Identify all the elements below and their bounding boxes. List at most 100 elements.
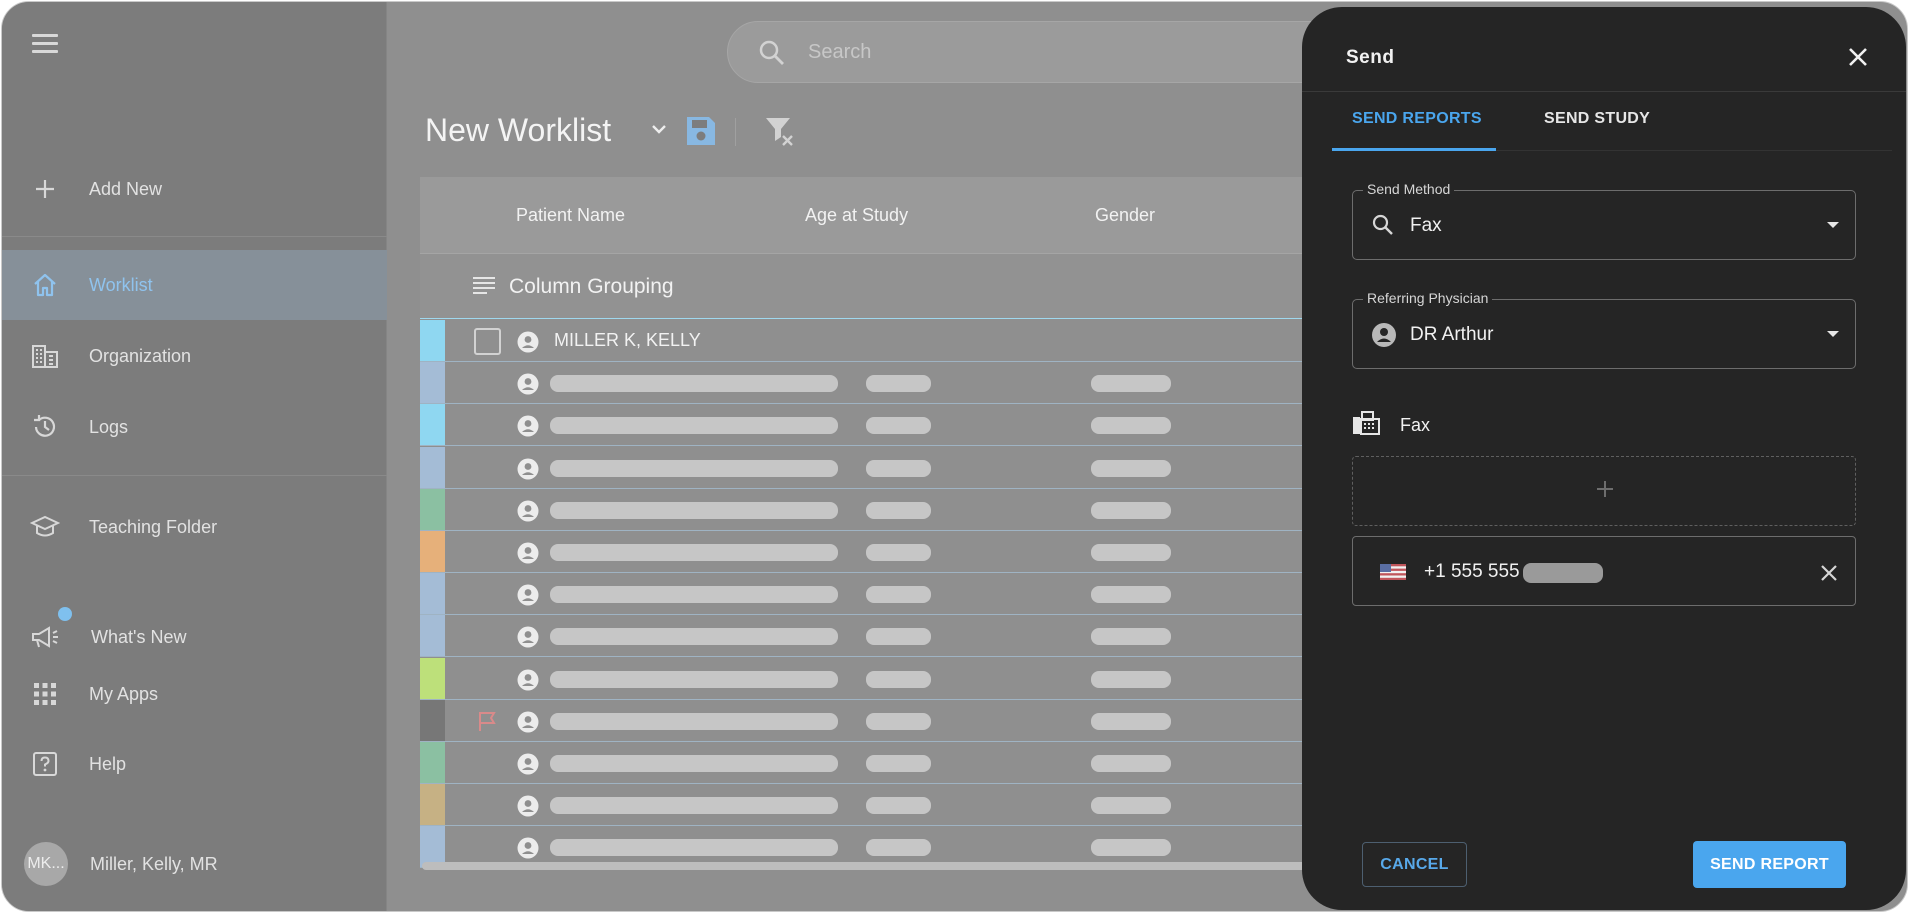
search-icon xyxy=(758,39,786,72)
redacted-patient-name xyxy=(550,417,838,435)
divider xyxy=(2,236,387,237)
redacted-age xyxy=(866,755,931,772)
search-placeholder: Search xyxy=(808,41,872,63)
home-icon xyxy=(30,270,60,300)
column-grouping-label: Column Grouping xyxy=(509,275,674,298)
redacted-gender xyxy=(1091,586,1171,604)
divider xyxy=(1302,91,1906,92)
column-header-gender[interactable]: Gender xyxy=(1095,205,1155,226)
save-icon[interactable] xyxy=(684,114,718,153)
redacted-age xyxy=(866,501,931,519)
table-header: Patient Name Age at Study Gender xyxy=(420,177,1320,254)
worklist-table: Patient Name Age at Study Gender Column … xyxy=(420,177,1320,870)
megaphone-icon xyxy=(30,622,60,652)
flag-icon[interactable] xyxy=(475,709,499,738)
row-checkbox[interactable] xyxy=(474,328,501,355)
divider xyxy=(2,475,387,476)
app-frame: Add New Worklist Organization Logs Teach… xyxy=(1,1,1908,912)
sidebar-item-label: What's New xyxy=(91,626,187,647)
patient-icon xyxy=(517,753,539,780)
search-icon xyxy=(1371,213,1395,242)
redacted-gender xyxy=(1091,459,1171,477)
table-row[interactable] xyxy=(420,404,1320,447)
redacted-age xyxy=(866,839,931,857)
sidebar-item-label: Add New xyxy=(89,178,163,199)
tab-send-reports[interactable]: SEND REPORTS xyxy=(1352,110,1482,128)
sidebar-item-teaching-folder[interactable]: Teaching Folder xyxy=(2,492,387,562)
building-icon xyxy=(30,341,60,371)
fax-number-entry: +1 555 555 xyxy=(1352,536,1856,606)
tab-send-study[interactable]: SEND STUDY xyxy=(1544,110,1650,128)
redacted-patient-name xyxy=(550,459,838,477)
sidebar-item-label: Teaching Folder xyxy=(89,516,218,537)
redacted-gender xyxy=(1091,417,1171,435)
table-row[interactable] xyxy=(420,657,1320,700)
sidebar-item-worklist[interactable]: Worklist xyxy=(2,250,387,320)
row-color-indicator xyxy=(420,404,445,446)
chevron-down-icon[interactable] xyxy=(650,120,668,143)
sidebar-item-add-new[interactable]: Add New xyxy=(2,154,387,224)
menu-icon[interactable] xyxy=(32,34,58,54)
fax-icon xyxy=(1352,411,1380,440)
table-row[interactable] xyxy=(420,573,1320,616)
avatar: MK... xyxy=(24,842,68,886)
table-row[interactable]: MILLER K, KELLY xyxy=(420,320,1320,362)
divider xyxy=(735,118,736,146)
table-row[interactable] xyxy=(420,531,1320,573)
row-color-indicator xyxy=(420,362,445,404)
redacted-age xyxy=(866,586,931,604)
send-method-label: Send Method xyxy=(1363,181,1455,197)
patient-icon xyxy=(517,500,539,527)
redacted-patient-name xyxy=(550,544,838,561)
person-icon xyxy=(1371,322,1397,353)
row-color-indicator xyxy=(420,742,445,783)
dropdown-caret-icon xyxy=(1827,222,1839,228)
sidebar-item-label: Worklist xyxy=(89,274,153,295)
user-profile[interactable]: MK... Miller, Kelly, MR xyxy=(24,842,218,886)
clear-filter-icon[interactable] xyxy=(764,115,796,152)
table-row[interactable] xyxy=(420,699,1320,742)
referring-physician-select[interactable]: Referring Physician DR Arthur xyxy=(1352,290,1856,369)
redacted-gender xyxy=(1091,755,1171,772)
send-report-button[interactable]: SEND REPORT xyxy=(1693,841,1846,888)
cancel-button[interactable]: CANCEL xyxy=(1362,842,1467,887)
column-header-age-at-study[interactable]: Age at Study xyxy=(805,205,908,226)
redacted-patient-name xyxy=(550,670,838,688)
patient-name: MILLER K, KELLY xyxy=(554,330,701,350)
table-row[interactable] xyxy=(420,446,1320,489)
sidebar-item-help[interactable]: Help xyxy=(2,729,387,799)
horizontal-scrollbar[interactable] xyxy=(422,862,1322,870)
table-row[interactable] xyxy=(420,362,1320,405)
table-row[interactable] xyxy=(420,488,1320,531)
close-icon[interactable] xyxy=(1819,563,1839,588)
redacted-gender xyxy=(1091,501,1171,519)
row-color-indicator xyxy=(420,488,445,530)
patient-icon xyxy=(517,669,539,696)
fax-section-label: Fax xyxy=(1400,415,1431,435)
redacted-gender xyxy=(1091,628,1171,646)
redacted-patient-name xyxy=(550,628,838,646)
redacted-age xyxy=(866,544,931,561)
redacted-gender xyxy=(1091,544,1171,561)
referring-physician-value: DR Arthur xyxy=(1410,324,1494,345)
sidebar-item-logs[interactable]: Logs xyxy=(2,392,387,462)
graduation-cap-icon xyxy=(30,512,60,542)
lines-icon xyxy=(472,276,496,301)
column-grouping-bar[interactable]: Column Grouping xyxy=(420,254,1320,319)
column-header-patient-name[interactable]: Patient Name xyxy=(516,205,625,226)
add-fax-number-button[interactable] xyxy=(1352,456,1856,526)
sidebar-item-my-apps[interactable]: My Apps xyxy=(2,659,387,729)
table-row[interactable] xyxy=(420,784,1320,827)
redacted-patient-name xyxy=(550,375,838,393)
table-row[interactable] xyxy=(420,742,1320,784)
table-row[interactable] xyxy=(420,615,1320,658)
patient-icon xyxy=(517,711,539,738)
sidebar: Add New Worklist Organization Logs Teach… xyxy=(2,2,387,911)
close-icon[interactable] xyxy=(1846,45,1872,71)
send-method-select[interactable]: Send Method Fax xyxy=(1352,181,1856,260)
patient-icon xyxy=(517,373,539,400)
sidebar-item-organization[interactable]: Organization xyxy=(2,321,387,391)
sidebar-item-label: My Apps xyxy=(89,683,159,704)
active-tab-indicator xyxy=(1332,148,1496,151)
redacted-age xyxy=(866,417,931,435)
